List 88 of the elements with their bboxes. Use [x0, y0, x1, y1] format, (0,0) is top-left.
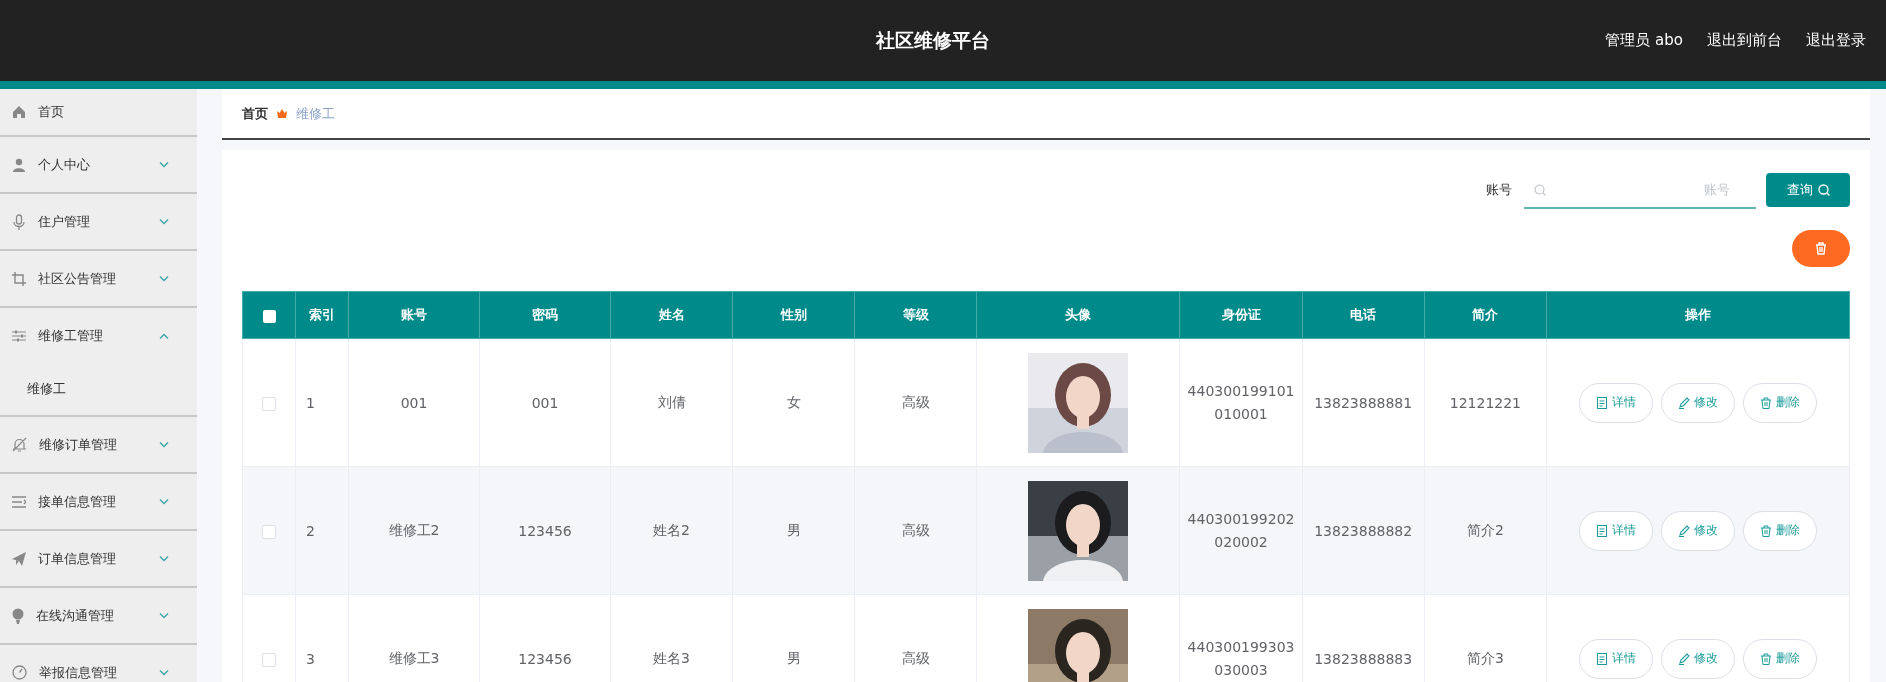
row-checkbox[interactable]	[262, 524, 276, 539]
pencil-icon	[1678, 396, 1690, 409]
row-checkbox[interactable]	[262, 396, 276, 411]
table-cell: 简介2	[1466, 521, 1504, 540]
document-icon	[1596, 652, 1608, 665]
person-icon	[12, 157, 26, 172]
sliders-icon	[12, 328, 26, 343]
sidebar-menu-item[interactable]: 个人中心	[0, 137, 197, 192]
breadcrumb-link[interactable]: 首页	[242, 104, 268, 123]
detail-button[interactable]: 详情	[1579, 382, 1653, 423]
batch-delete-button[interactable]	[1792, 230, 1850, 267]
table-header-cell: 账号	[348, 291, 480, 339]
delete-button[interactable]: 删除	[1743, 510, 1817, 551]
header-link[interactable]: 退出到前台	[1707, 31, 1782, 50]
sidebar-menu-item[interactable]: 首页	[0, 89, 197, 135]
table-header-cell: 操作	[1546, 291, 1850, 339]
table-header-cell: 密码	[479, 291, 611, 339]
table-header-cell: 简介	[1424, 291, 1547, 339]
table-cell: 高级	[854, 338, 977, 467]
table-cell: 001	[348, 338, 480, 467]
edit-button[interactable]: 修改	[1661, 638, 1735, 679]
table-header-cell: 索引	[295, 291, 349, 339]
gauge-icon	[12, 665, 27, 680]
bell-off-icon	[12, 437, 27, 452]
trash-icon	[1760, 396, 1772, 409]
paper-plane-icon	[12, 551, 26, 566]
trash-icon	[1760, 524, 1772, 537]
table-cell: 13823888882	[1314, 522, 1413, 539]
edit-button[interactable]: 修改	[1661, 382, 1735, 423]
table-cell: 姓名2	[610, 466, 733, 595]
select-all-checkbox[interactable]	[262, 309, 276, 323]
edit-button[interactable]: 修改	[1661, 510, 1735, 551]
admin-user-link[interactable]: 管理员 abo	[1605, 31, 1683, 50]
table-header-cell: 性别	[732, 291, 855, 339]
sidebar-menu-item[interactable]: 维修工管理	[0, 308, 197, 363]
detail-button[interactable]: 详情	[1579, 510, 1653, 551]
sidebar-menu-item[interactable]: 住户管理	[0, 194, 197, 249]
table-cell: 简介3	[1466, 649, 1504, 668]
row-checkbox[interactable]	[262, 652, 276, 667]
microphone-icon	[12, 213, 26, 230]
table-cell: 1	[295, 338, 349, 467]
table-header-cell: 姓名	[610, 291, 733, 339]
search-icon	[1817, 184, 1830, 196]
sidebar-menu-item[interactable]: 社区公告管理	[0, 251, 197, 306]
trash-icon	[1815, 242, 1827, 255]
table-cell: 001	[479, 338, 611, 467]
sidebar-menu-item[interactable]: 订单信息管理	[0, 531, 197, 586]
header-link[interactable]: 退出登录	[1806, 31, 1866, 50]
document-icon	[1596, 396, 1608, 409]
pencil-icon	[1678, 652, 1690, 665]
table-cell: 男	[732, 466, 855, 595]
crop-icon	[12, 271, 26, 286]
search-field[interactable]: 账号	[1524, 171, 1756, 209]
table-cell: 123456	[479, 466, 611, 595]
sidebar-menu-item[interactable]: 接单信息管理	[0, 474, 197, 529]
table-header-cell: 头像	[976, 291, 1180, 339]
sidebar-menu-item[interactable]: 维修订单管理	[0, 417, 197, 472]
table-cell: 高级	[854, 466, 977, 595]
delete-button[interactable]: 删除	[1743, 638, 1817, 679]
crown-icon	[277, 109, 287, 118]
table-header-cell: 等级	[854, 291, 977, 339]
search-button[interactable]: 查询	[1766, 173, 1850, 207]
table-header-cell: 身份证	[1179, 291, 1303, 339]
trash-icon	[1760, 652, 1772, 665]
delete-button[interactable]: 删除	[1743, 382, 1817, 423]
table-cell: 女	[732, 338, 855, 467]
search-icon	[1534, 184, 1546, 196]
table-cell-text: 440300199202020002	[1187, 510, 1295, 552]
table-cell: 维修工2	[348, 466, 480, 595]
pencil-icon	[1678, 524, 1690, 537]
table-cell: 刘倩	[610, 338, 733, 467]
site-title: 社区维修平台	[876, 27, 990, 53]
home-icon	[12, 105, 26, 119]
table-cell: 2	[295, 466, 349, 595]
table-cell: 13823888883	[1314, 650, 1413, 667]
table-header-cell: 电话	[1302, 291, 1425, 339]
list-icon	[12, 495, 26, 508]
table-cell: 12121221	[1449, 394, 1521, 411]
sidebar-menu-item[interactable]: 在线沟通管理	[0, 588, 197, 643]
table-cell-text: 440300199101010001	[1187, 382, 1295, 424]
field-label: 账号	[1486, 181, 1512, 199]
table-cell-text: 440300199303030003	[1187, 638, 1295, 680]
bulb-icon	[12, 607, 24, 624]
document-icon	[1596, 524, 1608, 537]
sidebar-submenu-item[interactable]: 维修工	[0, 363, 197, 415]
detail-button[interactable]: 详情	[1579, 638, 1653, 679]
sidebar-menu-item[interactable]: 举报信息管理	[0, 645, 197, 682]
table-cell: 13823888881	[1314, 394, 1413, 411]
